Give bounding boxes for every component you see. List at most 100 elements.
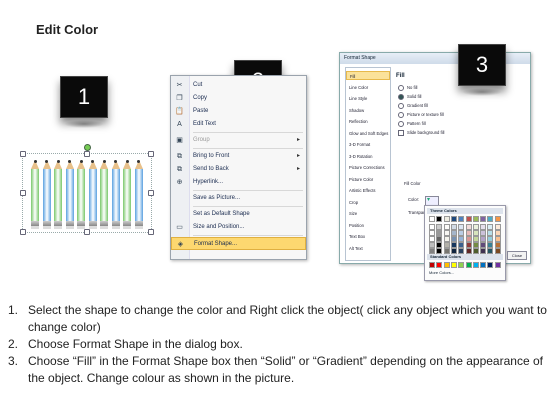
color-swatch[interactable]: [465, 248, 472, 254]
close-button[interactable]: Close: [507, 251, 527, 260]
size-position-icon: ▭: [176, 224, 183, 231]
group-icon: ▣: [176, 137, 183, 144]
dialog-sidebar: Fill Line Color Line Style Shadow Reflection…: [345, 67, 391, 261]
fill-option[interactable]: Pattern fill: [398, 120, 426, 127]
resize-handle[interactable]: [20, 190, 26, 196]
resize-handle[interactable]: [148, 151, 154, 157]
color-swatch[interactable]: [472, 262, 479, 268]
sidebar-item-line-style[interactable]: Line Style: [346, 94, 390, 103]
color-swatch[interactable]: [465, 262, 472, 268]
color-swatch[interactable]: [472, 216, 479, 222]
sidebar-item-reflection[interactable]: Reflection: [346, 117, 390, 126]
color-swatch[interactable]: [450, 262, 457, 268]
menu-item-edit-text[interactable]: A Edit Text: [171, 118, 306, 131]
color-swatch[interactable]: [450, 216, 457, 222]
rotate-handle[interactable]: [84, 144, 91, 151]
menu-item-format-shape[interactable]: ◈ Format Shape...: [171, 237, 306, 250]
resize-handle[interactable]: [20, 229, 26, 235]
menu-item-label: Paste: [193, 108, 209, 114]
menu-item-size-and-position[interactable]: ▭ Size and Position...: [171, 221, 306, 234]
menu-item-copy[interactable]: ❐ Copy: [171, 92, 306, 105]
radio-button[interactable]: [398, 84, 404, 91]
menu-item-label: Copy: [193, 95, 208, 101]
sidebar-item-position[interactable]: Position: [346, 221, 390, 230]
step-number: 3.: [8, 354, 19, 368]
color-swatch[interactable]: [465, 216, 472, 222]
color-swatch[interactable]: [429, 216, 435, 222]
resize-handle[interactable]: [84, 229, 90, 235]
color-swatch[interactable]: [487, 248, 494, 254]
sidebar-item-fill[interactable]: Fill: [346, 71, 390, 80]
color-swatch[interactable]: [443, 216, 450, 222]
fill-option[interactable]: Slide background fill: [398, 129, 444, 136]
menu-item-paste[interactable]: 📋 Paste: [171, 105, 306, 118]
color-swatch[interactable]: [480, 248, 487, 254]
context-menu: ✂ Cut ❐ Copy 📋 Paste A Edit Text ▣ Group ▸ ⧉ Bring t…: [170, 75, 307, 260]
submenu-arrow-icon: ▸: [296, 137, 300, 143]
fill-option[interactable]: No fill: [398, 84, 417, 91]
menu-item-label: Cut: [193, 82, 203, 88]
sidebar-item-text-box[interactable]: Text Box: [346, 232, 390, 241]
menu-item-label: Size and Position...: [193, 224, 245, 230]
color-swatch[interactable]: [458, 216, 465, 222]
fill-option[interactable]: Solid fill: [398, 93, 421, 100]
instruction-step: 1. Select the shape to change the color a…: [8, 302, 553, 336]
step-text: Choose Format Shape in the dialog box.: [28, 337, 243, 351]
sidebar-item-alt-text[interactable]: Alt Text: [346, 244, 390, 253]
menu-separator: [193, 148, 303, 149]
color-swatch[interactable]: [436, 262, 443, 268]
fill-option[interactable]: Picture or texture fill: [398, 111, 444, 118]
menu-item-set-as-default-shape[interactable]: Set as Default Shape: [171, 208, 306, 221]
sidebar-item-crop[interactable]: Crop: [346, 198, 390, 207]
sidebar-item-shadow[interactable]: Shadow: [346, 106, 390, 115]
radio-button[interactable]: [398, 111, 404, 118]
color-swatch[interactable]: [487, 262, 494, 268]
radio-button[interactable]: [398, 93, 404, 100]
sidebar-item-picture-color[interactable]: Picture Color: [346, 175, 390, 184]
radio-button[interactable]: [398, 102, 404, 109]
more-colors-link[interactable]: More Colors...: [429, 270, 454, 275]
menu-item-bring-to-front[interactable]: ⧉ Bring to Front ▸: [171, 150, 306, 163]
color-swatch[interactable]: [494, 216, 501, 222]
color-swatch[interactable]: [429, 262, 435, 268]
fill-option[interactable]: Gradient fill: [398, 102, 428, 109]
color-swatch[interactable]: [487, 216, 494, 222]
menu-item-label: Group: [193, 137, 210, 143]
menu-item-group[interactable]: ▣ Group ▸: [171, 134, 306, 147]
color-swatch[interactable]: [429, 248, 435, 254]
sidebar-item-line-color[interactable]: Line Color: [346, 83, 390, 92]
radio-button[interactable]: [398, 120, 404, 127]
menu-item-save-as-picture[interactable]: Save as Picture...: [171, 192, 306, 205]
sidebar-item-3-d-rotation[interactable]: 3-D Rotation: [346, 152, 390, 161]
color-swatch[interactable]: [458, 248, 465, 254]
color-swatch[interactable]: [458, 262, 465, 268]
sidebar-item-picture-corrections[interactable]: Picture Corrections: [346, 163, 390, 172]
color-swatch[interactable]: [480, 216, 487, 222]
menu-item-send-to-back[interactable]: ⧉ Send to Back ▸: [171, 163, 306, 176]
color-swatch[interactable]: [472, 248, 479, 254]
fill-color-label: Fill Color: [404, 181, 421, 186]
sidebar-item-artistic-effects[interactable]: Artistic Effects: [346, 186, 390, 195]
sidebar-item-glow-and-soft-edges[interactable]: Glow and Soft Edges: [346, 129, 390, 138]
color-swatch[interactable]: [443, 248, 450, 254]
checkbox[interactable]: [398, 129, 404, 136]
sidebar-item-size[interactable]: Size: [346, 209, 390, 218]
pencil: [88, 160, 97, 229]
resize-handle[interactable]: [148, 229, 154, 235]
resize-handle[interactable]: [84, 151, 90, 157]
pencil: [134, 160, 143, 229]
color-swatch[interactable]: [436, 248, 443, 254]
menu-item-hyperlink[interactable]: ⊕ Hyperlink...: [171, 176, 306, 189]
color-swatch[interactable]: [436, 216, 443, 222]
color-swatch[interactable]: [494, 262, 501, 268]
transparency-label: Transpar: [408, 210, 425, 215]
resize-handle[interactable]: [148, 190, 154, 196]
sidebar-item-3-d-format[interactable]: 3-D Format: [346, 140, 390, 149]
color-swatch[interactable]: [494, 248, 501, 254]
color-swatch[interactable]: [450, 248, 457, 254]
menu-item-cut[interactable]: ✂ Cut: [171, 79, 306, 92]
color-swatch[interactable]: [480, 262, 487, 268]
resize-handle[interactable]: [20, 151, 26, 157]
selected-pencil-group[interactable]: [20, 144, 154, 235]
color-swatch[interactable]: [443, 262, 450, 268]
